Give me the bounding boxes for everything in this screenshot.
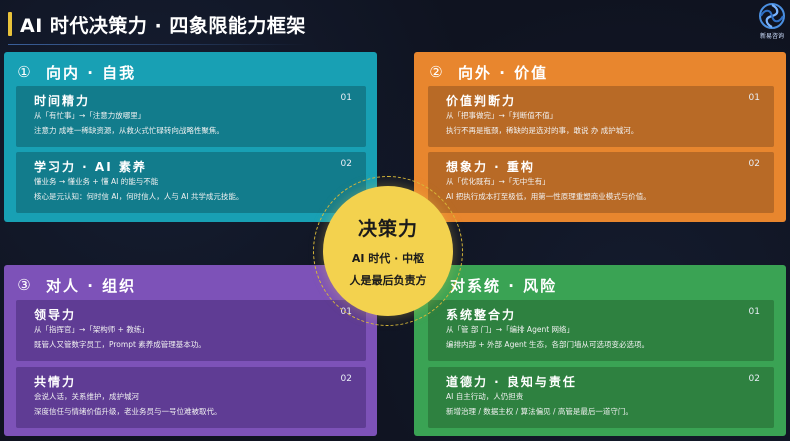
card-line1: 从「把事做完」→「判断值不值」	[446, 111, 558, 120]
card-system-integration: 系统整合力 01 从「管 部 门」→「编排 Agent 网络」 编排内部 + 外…	[428, 300, 774, 361]
quadrant-heading: ③ 对人 · 组织	[14, 272, 136, 298]
card-title: 道德力 · 良知与责任	[446, 375, 577, 389]
card-line1: 懂业务 → 懂业务 + 懂 AI 的能与不能	[34, 177, 159, 186]
quadrant-number: ①	[17, 63, 33, 81]
card-number: 02	[340, 374, 352, 384]
card-number: 01	[748, 307, 760, 317]
center-line1: AI 时代 · 中枢	[351, 252, 425, 265]
quadrant-heading-text: 对人 · 组织	[46, 276, 137, 295]
card-leadership: 领导力 01 从「指挥官」→「架构师 + 教练」 既管人又管数字员工，Promp…	[16, 300, 366, 361]
logo: 新易咨询	[756, 2, 788, 40]
quadrant-heading: 对系统 · 风险	[450, 272, 557, 298]
quadrant-heading-text: 向内 · 自我	[46, 63, 137, 82]
card-line1: 会说人话，关系维护，成护城河	[34, 392, 139, 401]
card-number: 02	[340, 159, 352, 169]
quadrant-heading-text: 向外 · 价值	[458, 63, 549, 82]
card-number: 01	[340, 93, 352, 103]
center-title: 决策力	[357, 218, 418, 240]
card-title: 共情力	[34, 375, 77, 389]
center-line2: 人是最后负责方	[349, 274, 427, 287]
card-value-judgment: 价值判断力 01 从「把事做完」→「判断值不值」 执行不再是瓶颈，稀缺的是选对的…	[428, 86, 774, 147]
card-line2: 注意力 成唯一稀缺资源，从救火式忙碌转向战略性聚焦。	[34, 126, 224, 135]
card-title: 学习力 · AI 素养	[34, 160, 147, 174]
card-line2: 编排内部 + 外部 Agent 生态，各部门墙从可选项变必选项。	[446, 340, 650, 349]
card-number: 01	[748, 93, 760, 103]
quadrant-heading: ① 向内 · 自我	[14, 59, 136, 85]
card-title: 系统整合力	[446, 308, 517, 322]
card-line1: 从「指挥官」→「架构师 + 教练」	[34, 325, 149, 334]
card-line1: 从「优化既有」→「无中生有」	[446, 177, 550, 186]
title-underline	[8, 44, 308, 45]
card-title: 领导力	[34, 308, 77, 322]
center-decision-hub: 决策力 AI 时代 · 中枢 人是最后负责方	[323, 186, 453, 316]
logo-text: 新易咨询	[759, 33, 784, 40]
card-line1: 从「有忙事」→「注意力放哪里」	[34, 111, 146, 120]
card-title: 时间精力	[34, 94, 91, 108]
quadrant-heading: ② 向外 · 价值	[426, 59, 548, 85]
quadrant-inward-self: ① 向内 · 自我 时间精力 01 从「有忙事」→「注意力放哪里」 注意力 成唯…	[4, 52, 377, 222]
title-accent-bar	[8, 12, 12, 36]
card-time-energy: 时间精力 01 从「有忙事」→「注意力放哪里」 注意力 成唯一稀缺资源，从救火式…	[16, 86, 366, 147]
quadrant-outward-value: ② 向外 · 价值 价值判断力 01 从「把事做完」→「判断值不值」 执行不再是…	[414, 52, 786, 222]
card-line2: 核心是元认知：何时信 AI，何时信人，人与 AI 共学成元技能。	[34, 192, 244, 201]
card-empathy: 共情力 02 会说人话，关系维护，成护城河 深度信任与情绪价值升级，老业务员与一…	[16, 367, 366, 428]
card-line2: 既管人又管数字员工，Prompt 素养成管理基本功。	[34, 340, 206, 349]
card-line2: 执行不再是瓶颈，稀缺的是选对的事，敢说 办 成护城河。	[446, 126, 639, 135]
page-title: AI 时代决策力 · 四象限能力框架	[8, 6, 308, 45]
card-line2: 新增治理 / 数据主权 / 算法偏见 / 高管是最后一道守门。	[446, 407, 633, 416]
quadrant-number: ②	[429, 63, 445, 81]
card-ethics-responsibility: 道德力 · 良知与责任 02 AI 自主行动，人仍担责 新增治理 / 数据主权 …	[428, 367, 774, 428]
quadrant-number: ③	[17, 276, 33, 294]
quadrant-people-organization: ③ 对人 · 组织 领导力 01 从「指挥官」→「架构师 + 教练」 既管人又管…	[4, 265, 377, 436]
card-learning-ai-literacy: 学习力 · AI 素养 02 懂业务 → 懂业务 + 懂 AI 的能与不能 核心…	[16, 152, 366, 213]
card-line1: AI 自主行动，人仍担责	[446, 392, 524, 401]
card-imagination-rebuild: 想象力 · 重构 02 从「优化既有」→「无中生有」 AI 把执行成本打至极低，…	[428, 152, 774, 213]
page-title-text: AI 时代决策力 · 四象限能力框架	[20, 14, 306, 37]
card-title: 想象力 · 重构	[446, 160, 535, 174]
card-number: 02	[748, 159, 760, 169]
quadrant-heading-text: 对系统 · 风险	[450, 276, 558, 295]
card-line2: AI 把执行成本打至极低，用第一性原理重塑商业模式与价值。	[446, 192, 651, 201]
swirl-logo-icon	[759, 3, 785, 29]
card-line2: 深度信任与情绪价值升级，老业务员与一号位难被取代。	[34, 407, 222, 416]
quadrant-system-risk: 对系统 · 风险 系统整合力 01 从「管 部 门」→「编排 Agent 网络」…	[414, 265, 786, 436]
card-number: 02	[748, 374, 760, 384]
card-title: 价值判断力	[446, 94, 517, 108]
card-line1: 从「管 部 门」→「编排 Agent 网络」	[446, 325, 575, 334]
